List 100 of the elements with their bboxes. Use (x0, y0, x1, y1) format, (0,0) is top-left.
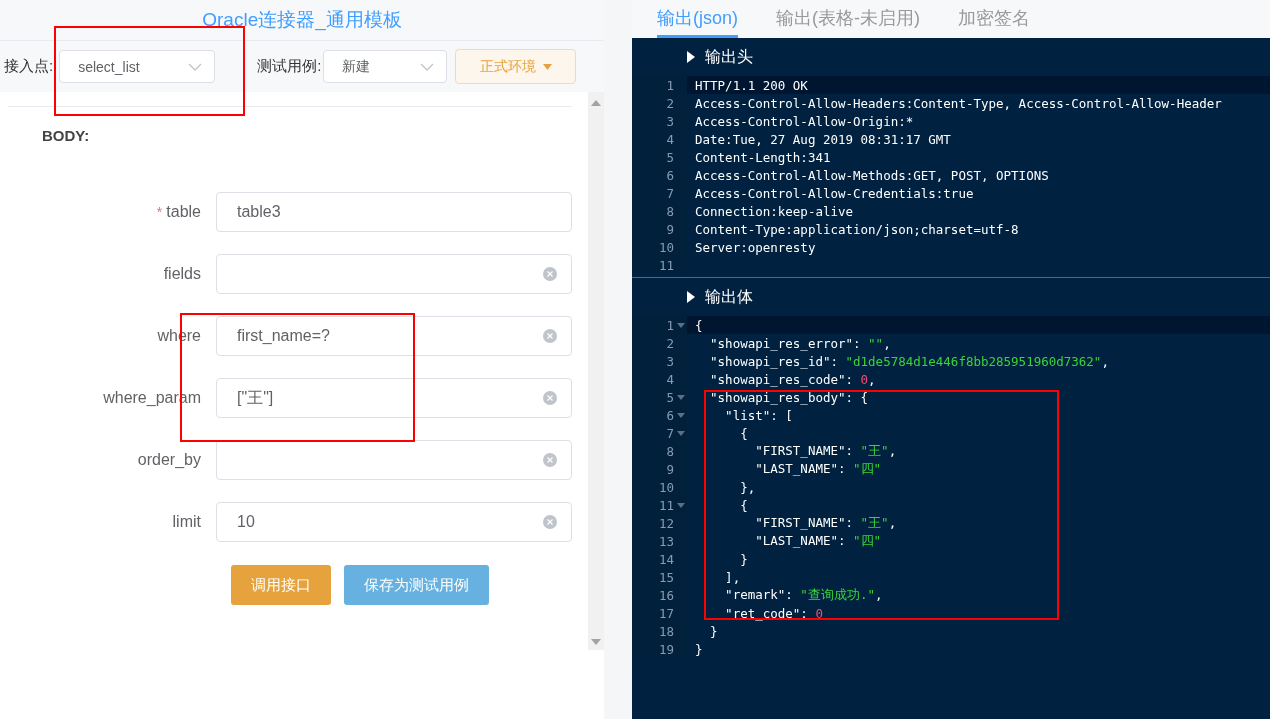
input-field[interactable]: table3 (216, 192, 572, 232)
line-number: 1 (666, 317, 674, 333)
code-text: Content-Type:application/json;charset=utf-8 (695, 221, 1019, 237)
code-text: Server:openresty (695, 239, 816, 255)
code-key: "remark": (695, 586, 801, 602)
input-field[interactable]: first_name=? (216, 316, 572, 356)
expand-triangle-icon[interactable] (687, 51, 695, 63)
entry-select[interactable]: select_list (59, 50, 216, 83)
line-number: 3 (666, 113, 674, 129)
line-number: 19 (658, 641, 674, 657)
input-field[interactable]: ["王"] (216, 378, 572, 418)
code-text: , (874, 586, 883, 602)
field-label: order_by (137, 451, 201, 468)
code-text: { (739, 425, 748, 441)
scroll-up-icon[interactable] (591, 100, 601, 106)
line-number: 12 (658, 515, 674, 531)
code-text: { (739, 497, 748, 513)
line-number: 18 (658, 623, 674, 639)
line-number: 13 (658, 533, 674, 549)
code-number: 0 (815, 605, 823, 621)
chevron-down-icon (188, 62, 203, 71)
code-text: Access-Control-Allow-Headers:Content-Type, Access-Control-Allow-Header (695, 95, 1222, 111)
clear-icon[interactable] (543, 329, 557, 343)
scrollbar[interactable] (588, 92, 604, 650)
code-text: Access-Control-Allow-Methods:GET, POST, OPTIONS (695, 167, 1049, 183)
code-key: "list": [ (695, 407, 793, 423)
code-text: , (1101, 353, 1109, 369)
line-number: 9 (666, 221, 674, 237)
field-label: limit (172, 513, 201, 530)
section-title: 输出头 (705, 46, 753, 67)
clear-icon[interactable] (543, 267, 557, 281)
input-field[interactable] (216, 254, 572, 294)
code-key: "LAST_NAME": (695, 532, 854, 548)
test-case-label: 测试用例: (257, 57, 322, 76)
fold-caret-icon[interactable] (676, 394, 685, 400)
chevron-down-icon (420, 62, 435, 71)
fold-caret-icon[interactable] (676, 502, 685, 508)
line-number: 6 (666, 407, 674, 423)
code-text: Access-Control-Allow-Origin:* (695, 113, 914, 129)
scroll-down-icon[interactable] (591, 639, 601, 645)
line-number: 6 (666, 167, 674, 183)
input-field[interactable]: 10 (216, 502, 572, 542)
line-number: 10 (658, 239, 674, 255)
code-string: "" (868, 335, 884, 351)
clear-icon[interactable] (543, 453, 557, 467)
clear-icon[interactable] (543, 391, 557, 405)
line-number: 5 (666, 149, 674, 165)
code-text: } (695, 641, 703, 657)
line-number: 9 (666, 461, 674, 477)
code-key: "showapi_res_code": (695, 371, 861, 387)
code-text: HTTP/1.1 200 OK (695, 77, 808, 93)
code-text: ], (724, 569, 741, 585)
line-number: 7 (666, 185, 674, 201)
code-text: Date:Tue, 27 Aug 2019 08:31:17 GMT (695, 131, 951, 147)
section-title: 输出体 (705, 286, 753, 307)
field-label: table (166, 203, 201, 220)
line-number: 17 (658, 605, 674, 621)
code-string: "查询成功." (800, 586, 875, 602)
line-number: 11 (658, 497, 674, 513)
line-number: 16 (658, 587, 674, 603)
code-text: , (888, 514, 897, 530)
line-number: 1 (666, 77, 674, 93)
test-case-select[interactable]: 新建 (323, 50, 448, 83)
input-field[interactable] (216, 440, 572, 480)
code-string: "d1de5784d1e446f8bb285951960d7362" (845, 353, 1102, 369)
required-asterisk: * (156, 204, 163, 220)
line-number: 11 (658, 257, 674, 273)
line-number: 8 (666, 443, 674, 459)
code-key: "showapi_res_body": { (695, 389, 869, 405)
fold-caret-icon[interactable] (676, 322, 685, 328)
code-text: Connection:keep-alive (695, 203, 854, 219)
code-key: "ret_code": (695, 605, 816, 621)
line-number: 4 (666, 371, 674, 387)
caret-icon (542, 63, 552, 70)
fold-caret-icon[interactable] (676, 412, 685, 418)
line-number: 8 (666, 203, 674, 219)
code-key: "LAST_NAME": (695, 460, 854, 476)
expand-triangle-icon[interactable] (687, 291, 695, 303)
body-heading: BODY: (42, 127, 91, 144)
code-key: "FIRST_NAME": (695, 514, 861, 530)
code-text: } (739, 551, 748, 567)
line-number: 15 (658, 569, 674, 585)
line-number: 4 (666, 131, 674, 147)
code-text: , (868, 371, 876, 387)
line-number: 2 (666, 335, 674, 351)
code-text: , (883, 335, 891, 351)
fold-caret-icon[interactable] (676, 430, 685, 436)
line-number: 5 (666, 389, 674, 405)
field-label: fields (163, 265, 201, 282)
code-key: "showapi_res_id": (695, 353, 846, 369)
code-text: , (888, 442, 897, 458)
page-title: Oracle连接器_通用模板 (202, 8, 402, 33)
line-number: 2 (666, 95, 674, 111)
line-number: 14 (658, 551, 674, 567)
clear-icon[interactable] (543, 515, 557, 529)
code-number: 0 (860, 371, 869, 387)
code-text: Access-Control-Allow-Credentials:true (695, 185, 974, 201)
code-key: "showapi_res_error": (695, 335, 869, 351)
code-text: } (709, 623, 718, 639)
code-string: "四" (853, 460, 882, 476)
